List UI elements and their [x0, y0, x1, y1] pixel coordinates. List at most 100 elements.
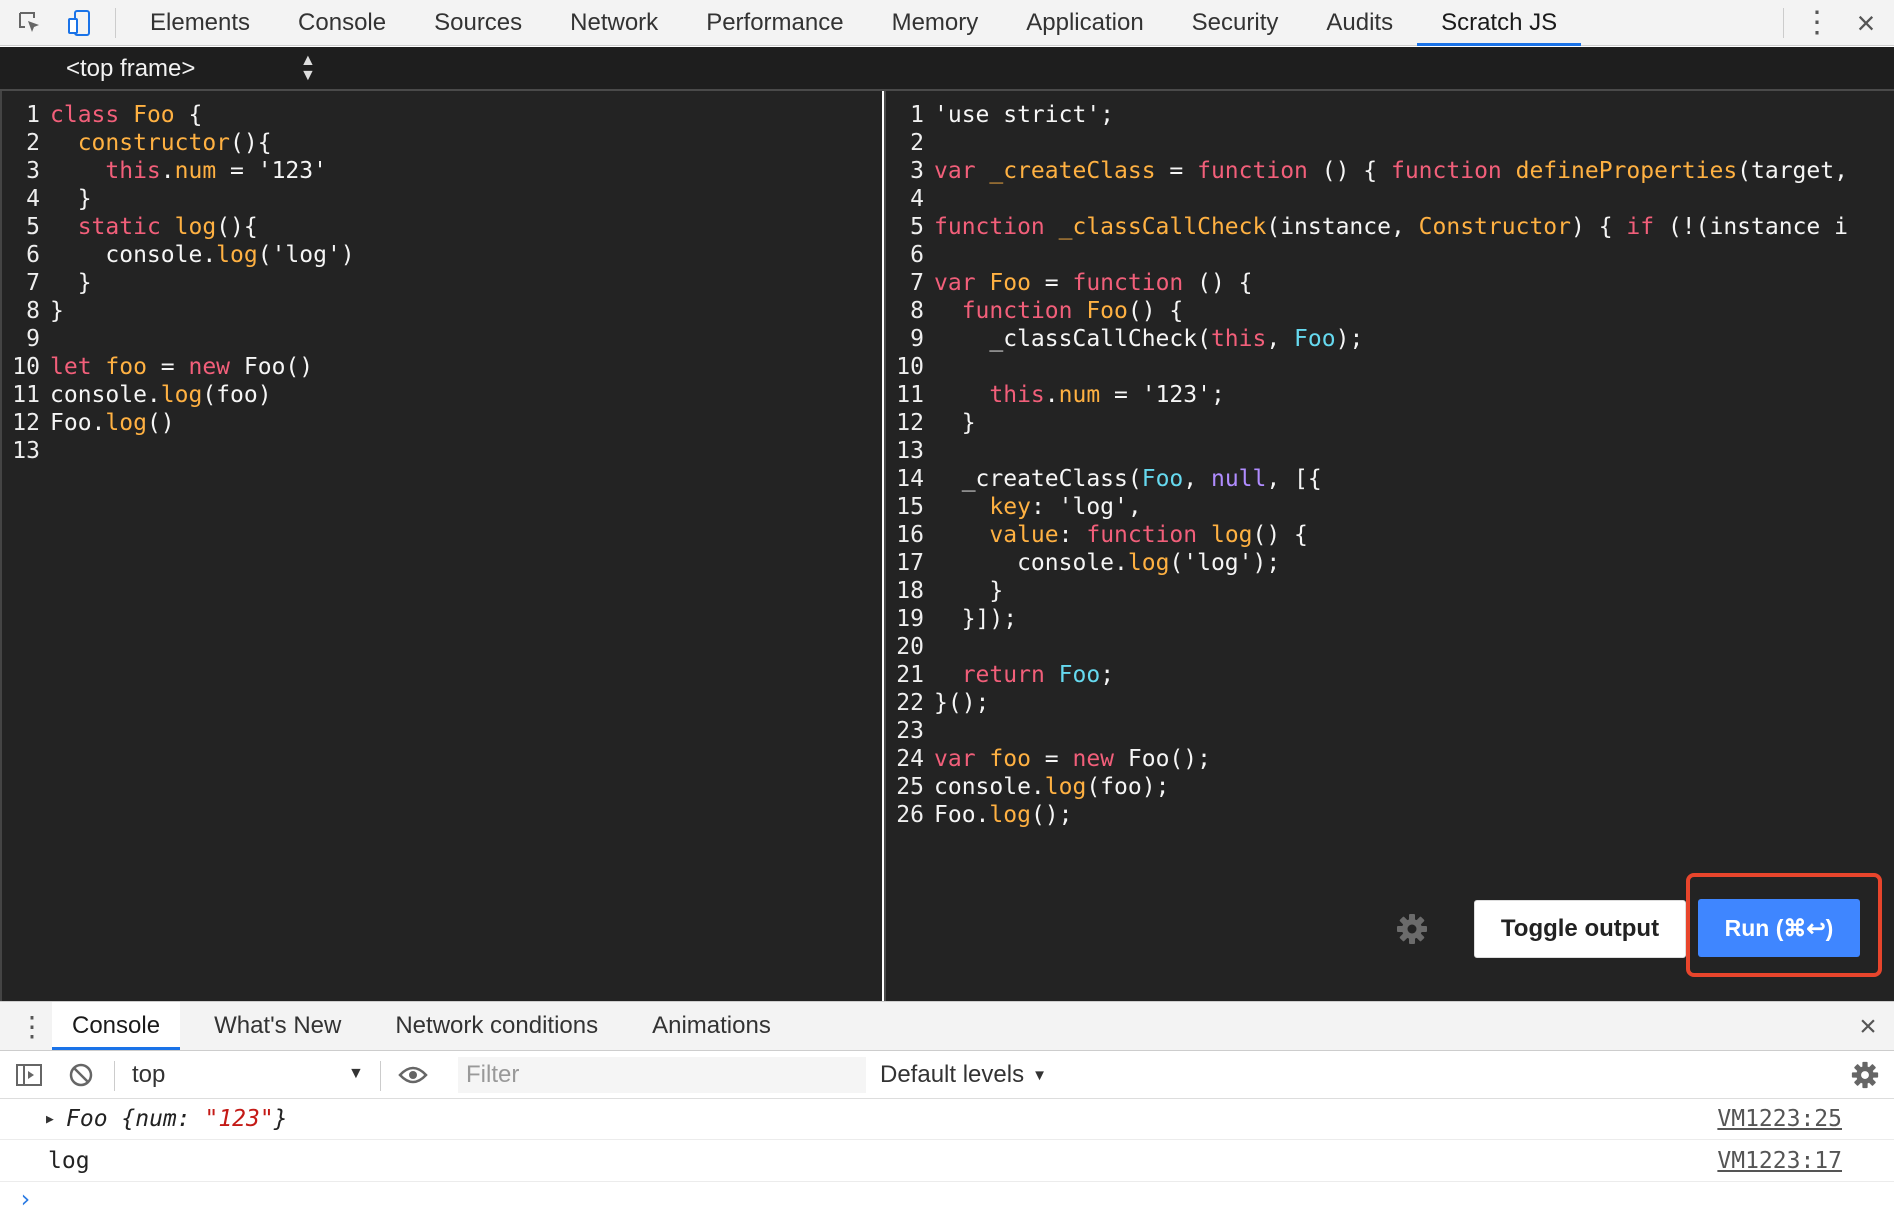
message-text[interactable]: Foo {num: "123"} [66, 1106, 288, 1132]
panel-tabs: Elements Console Sources Network Performance… [126, 0, 1582, 46]
code-token: : 'log', [1030, 494, 1142, 520]
settings-gear-icon[interactable] [1394, 911, 1430, 947]
inspect-element-icon[interactable] [12, 6, 48, 40]
code-line: 23 [886, 717, 1894, 745]
code-line: 16 value: function log() { [886, 521, 1894, 549]
code-token: (target, [1737, 158, 1848, 184]
tab-audits[interactable]: Audits [1302, 0, 1417, 46]
code-token: log [105, 410, 147, 436]
close-drawer-icon[interactable]: × [1850, 1010, 1886, 1044]
tab-console[interactable]: Console [274, 0, 410, 46]
console-prompt[interactable]: › [18, 1185, 32, 1213]
drawer-tab-console[interactable]: Console [52, 1002, 181, 1050]
message-text: log [48, 1148, 90, 1174]
code-token: console. [934, 774, 1045, 800]
code-token: ('log') [257, 242, 355, 268]
close-devtools-icon[interactable]: × [1848, 6, 1884, 40]
compiled-output-editor[interactable]: 1 'use strict'; 2 3 var _createClass = funct… [884, 91, 1894, 1001]
code-line: 26 Foo.log(); [886, 801, 1894, 829]
code-line: 7 } [2, 269, 882, 297]
log-levels-dropdown[interactable]: Default levels ▼ [880, 1051, 1047, 1099]
expand-triangle-icon[interactable]: ▶ [46, 1112, 54, 1127]
object-preview-end: } [273, 1106, 288, 1132]
code-token: } [50, 270, 92, 296]
device-toolbar-icon[interactable] [62, 6, 98, 40]
code-line: 21 return Foo; [886, 661, 1894, 689]
run-button[interactable]: Run (⌘↩) [1698, 899, 1860, 957]
filter-input[interactable] [458, 1057, 866, 1093]
code-token: function [1197, 158, 1308, 184]
code-token: } [934, 410, 976, 436]
source-code[interactable]: 1 class Foo {2 constructor(){3 this.num =… [2, 101, 882, 465]
frame-selector[interactable]: <top frame> [66, 47, 326, 91]
code-token: var [934, 270, 990, 296]
code-line: 12 } [886, 409, 1894, 437]
line-number: 14 [896, 466, 924, 492]
code-line: 1 class Foo { [2, 101, 882, 129]
line-number: 8 [26, 298, 40, 324]
code-text: key: 'log', [934, 493, 1142, 521]
tab-scratch-js[interactable]: Scratch JS [1417, 0, 1582, 46]
line-number: 21 [896, 662, 924, 688]
line-number: 6 [26, 242, 40, 268]
line-number: 24 [896, 746, 924, 772]
toggle-output-button[interactable]: Toggle output [1474, 900, 1686, 958]
tab-application[interactable]: Application [1002, 0, 1167, 46]
tab-network[interactable]: Network [546, 0, 682, 46]
drawer-tab-network-conditions[interactable]: Network conditions [375, 1002, 618, 1050]
code-token: Foo [1086, 298, 1128, 324]
dropdown-caret-icon[interactable]: ▼ [348, 1065, 364, 1083]
drawer-menu-icon[interactable]: ⋮ [14, 1010, 50, 1044]
code-token: log [1210, 522, 1253, 548]
source-link[interactable]: VM1223:17 [1717, 1148, 1842, 1174]
code-token: this [1210, 326, 1267, 352]
code-token: if [1626, 214, 1655, 240]
drawer-tab-what-s-new[interactable]: What's New [194, 1002, 361, 1050]
code-token: Foo(); [1127, 746, 1211, 772]
source-link[interactable]: VM1223:25 [1717, 1106, 1842, 1132]
line-number: 3 [26, 158, 40, 184]
console-settings-gear-icon[interactable] [1848, 1059, 1882, 1091]
code-text: static log(){ [50, 213, 258, 241]
line-number: 20 [896, 634, 924, 660]
tab-sources[interactable]: Sources [410, 0, 546, 46]
tab-memory[interactable]: Memory [868, 0, 1003, 46]
code-token: static [77, 214, 175, 240]
line-number: 13 [12, 438, 40, 464]
code-text: console.log('log'); [934, 549, 1280, 577]
code-token: Foo [1058, 662, 1101, 688]
compiled-code[interactable]: 1 'use strict'; 2 3 var _createClass = funct… [886, 101, 1894, 829]
more-options-icon[interactable]: ⋮ [1799, 6, 1835, 40]
code-token: console. [934, 550, 1128, 576]
tab-elements[interactable]: Elements [126, 0, 274, 46]
code-token: (foo) [202, 382, 272, 408]
code-token: } [50, 298, 64, 324]
drawer-tab-animations[interactable]: Animations [632, 1002, 791, 1050]
clear-console-icon[interactable] [64, 1059, 98, 1091]
code-text: return Foo; [934, 661, 1114, 689]
source-editor[interactable]: 1 class Foo {2 constructor(){3 this.num =… [0, 91, 882, 1001]
code-text: _createClass(Foo, null, [{ [934, 465, 1322, 493]
context-selector[interactable]: top [118, 1051, 368, 1099]
code-text: let foo = new Foo() [50, 353, 313, 381]
toolbar-divider [114, 1061, 115, 1091]
code-text: console.log(foo); [934, 773, 1169, 801]
code-token: , [1266, 326, 1295, 352]
code-token: }]); [934, 606, 1018, 632]
code-token: this [105, 158, 161, 184]
sidebar-toggle-icon[interactable] [12, 1059, 46, 1091]
tab-performance[interactable]: Performance [682, 0, 867, 46]
code-token: num [174, 158, 217, 184]
code-line: 11 this.num = '123'; [886, 381, 1894, 409]
select-arrows-icon[interactable]: ▲ ▼ [300, 53, 316, 84]
code-token: function [1086, 522, 1211, 548]
eye-icon[interactable] [396, 1059, 430, 1091]
tab-security[interactable]: Security [1168, 0, 1303, 46]
code-line: 13 [2, 437, 882, 465]
